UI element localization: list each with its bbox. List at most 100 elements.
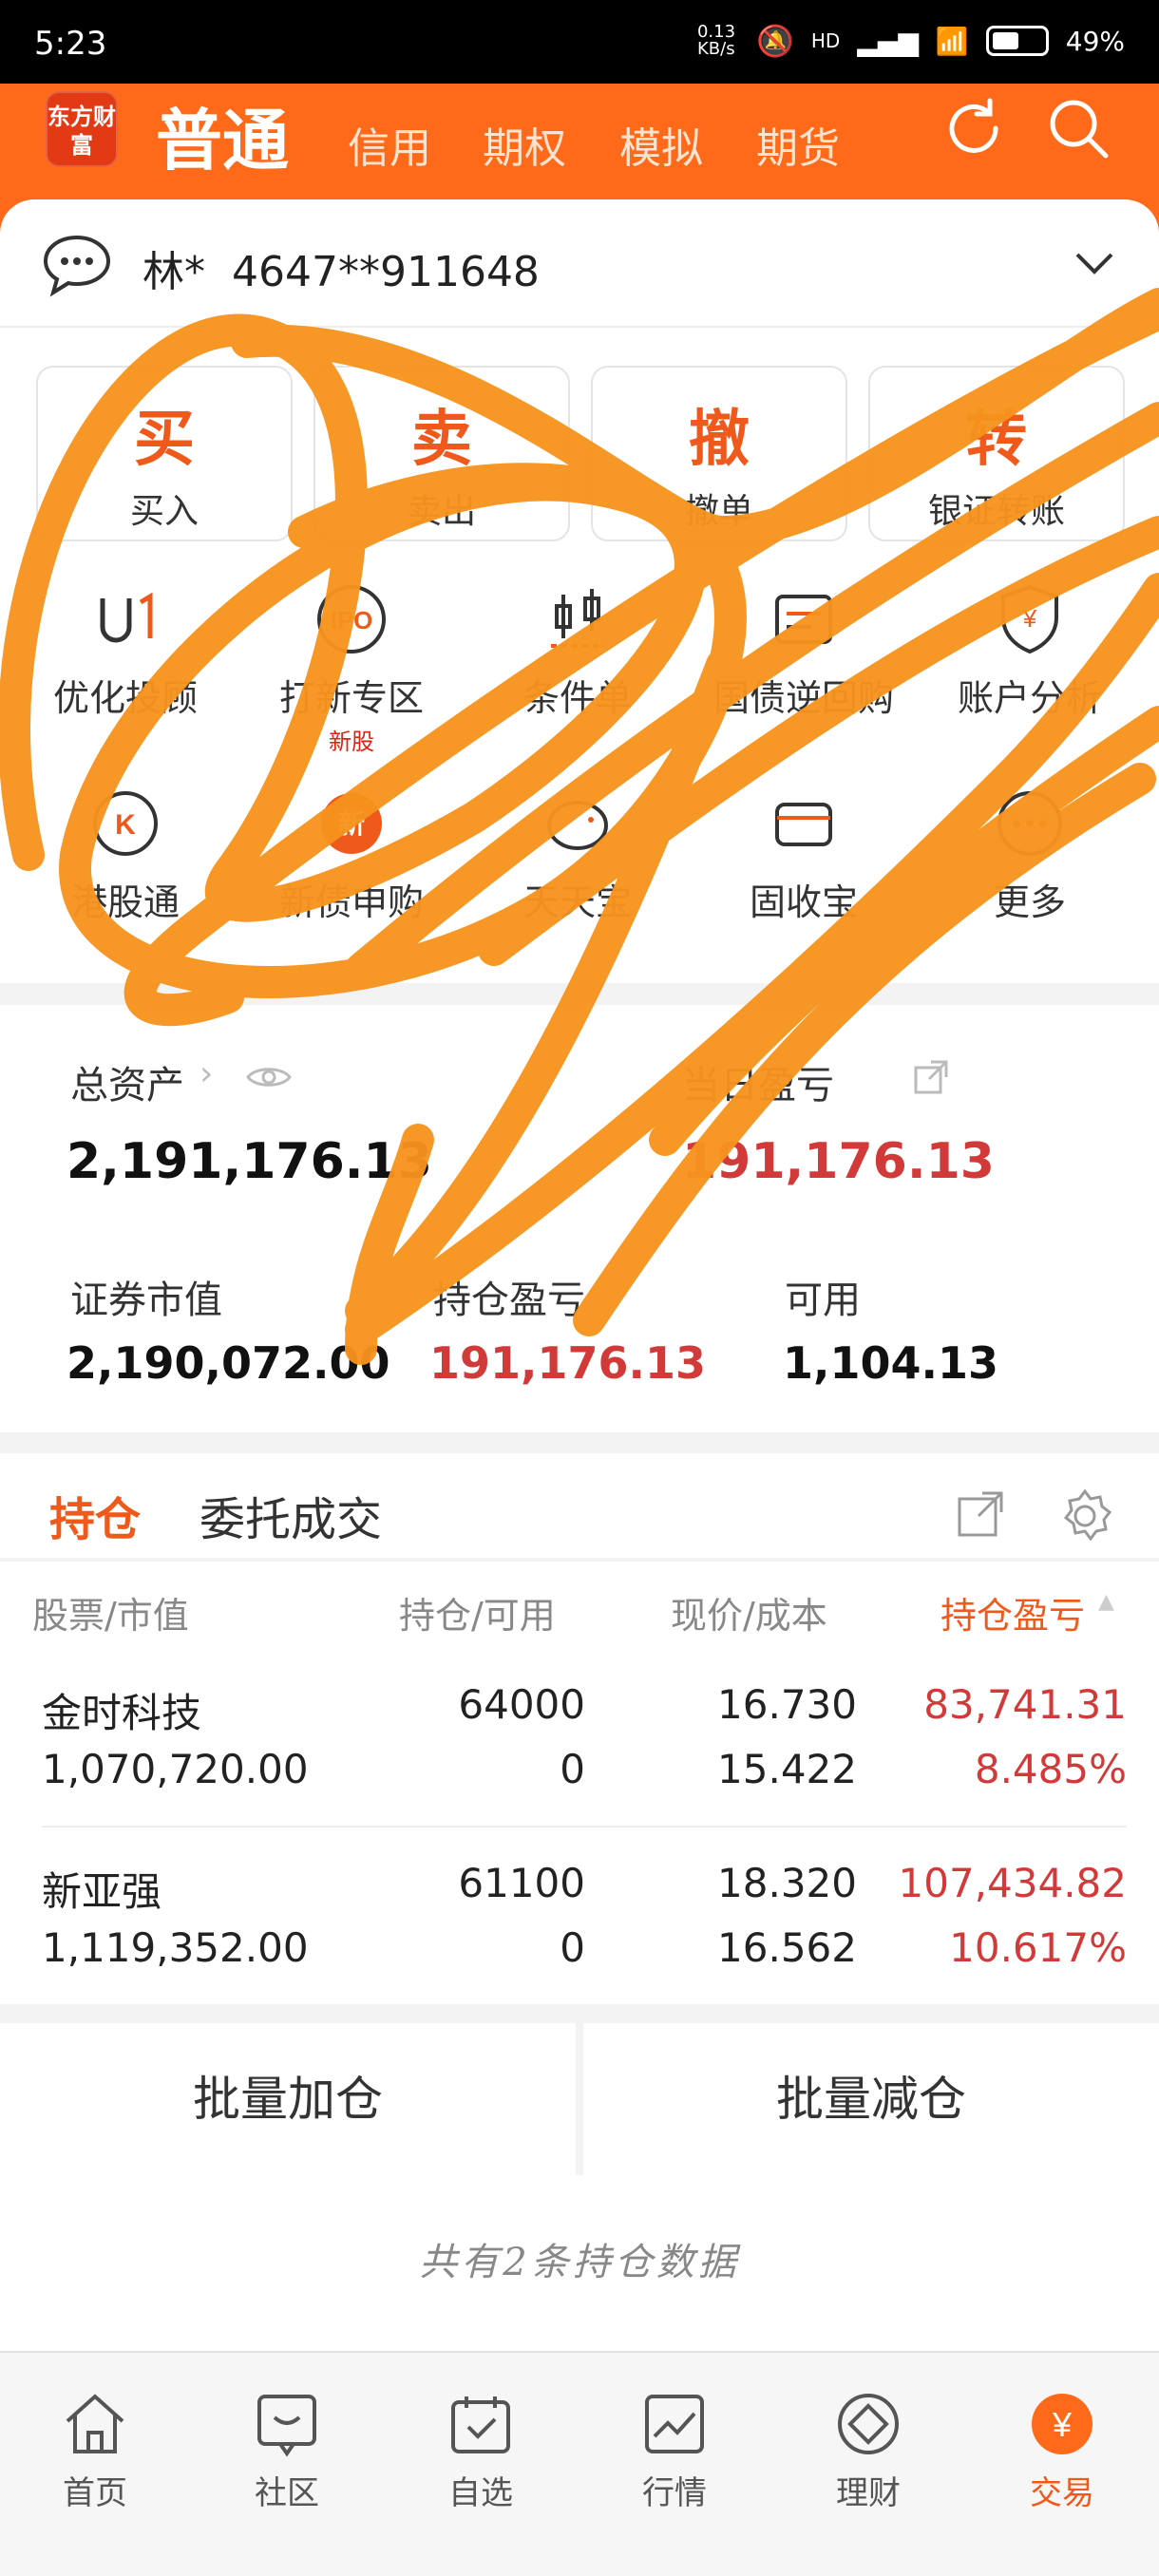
settings-gear-icon[interactable] [1056,1487,1113,1544]
batch-add-button[interactable]: 批量加仓 [0,2023,576,2175]
total-assets-label: 总资产 [70,1064,184,1108]
buy-button[interactable]: 买买入 [36,366,293,541]
home-icon [66,2394,124,2453]
svg-text:IPO: IPO [331,606,373,635]
sell-key: 卖 [411,405,472,475]
nav-label: 交易 [1030,2474,1094,2512]
svg-text:K: K [115,809,136,841]
community-icon [257,2395,316,2457]
chevron-down-icon[interactable] [1074,249,1115,277]
tab-simulate[interactable]: 模拟 [619,114,703,175]
candlestick-icon [551,589,604,648]
position-pnl-value: 191,176.13 [429,1337,707,1389]
nav-market[interactable]: 行情 [598,2389,750,2513]
market-value: 2,190,072.00 [66,1337,390,1389]
piggy-icon [547,801,608,850]
transfer-key: 转 [966,405,1027,475]
ipo-icon: IPO [317,585,386,653]
tool-account-analysis[interactable]: ¥ 账户分析 [916,579,1144,721]
batch-reduce-button[interactable]: 批量减仓 [583,2023,1159,2175]
cancel-label: 撤单 [684,492,753,531]
bank-transfer-button[interactable]: 转银证转账 [868,366,1125,541]
trade-yuan-icon: ¥ [1032,2394,1092,2454]
account-selector[interactable]: 林* 4647**911648 [0,199,1159,328]
wifi-icon: 📶 [935,25,969,57]
stock-market-value: 1,119,352.00 [42,1924,309,1971]
tool-hk-connect[interactable]: K 港股通 [11,784,239,925]
svg-text:¥: ¥ [1022,604,1037,633]
status-time: 5:23 [34,25,107,63]
share-icon[interactable] [912,1058,950,1096]
stock-cost: 15.422 [717,1746,857,1792]
more-icon [998,791,1062,856]
account-name: 林* [142,248,205,296]
holdings-count-note: 共有2条持仓数据 [0,2175,1159,2351]
buy-label: 买入 [129,492,199,531]
nav-community[interactable]: 社区 [211,2389,363,2513]
nav-trade[interactable]: ¥ 交易 [986,2389,1138,2513]
search-icon[interactable] [1045,95,1112,161]
tab-positions[interactable]: 持仓 [49,1482,141,1548]
col-price-cost: 现价/成本 [671,1595,827,1637]
tab-credit[interactable]: 信用 [348,114,431,175]
stock-pnl-pct: 10.617% [949,1924,1127,1971]
sell-label: 卖出 [407,492,476,531]
nav-label: 社区 [255,2474,319,2512]
tool-more[interactable]: 更多 [916,784,1144,925]
tool-new-bond[interactable]: 新 新债申购 [238,784,466,925]
status-icons: 0.13 KB/s 🔕 HD ▂▄▆ 📶 49% [697,23,1125,59]
hk-icon: K [93,791,158,856]
fixed-income-icon [775,803,832,846]
eye-icon[interactable] [245,1062,293,1092]
tool-fixed-income[interactable]: 固收宝 [690,784,918,925]
sort-icon[interactable]: ▲ [1098,1590,1114,1614]
nav-watchlist[interactable]: 自选 [405,2389,557,2513]
signal-bars-icon: ▂▄▆ [857,25,919,57]
available-value: 1,104.13 [783,1337,998,1389]
new-bond-icon: 新 [321,793,382,854]
tool-label: 打新专区 [278,677,424,719]
daily-pnl-label: 当日盈亏 [682,1064,834,1108]
tool-reverse-repo[interactable]: 国债逆回购 [690,579,918,721]
stock-name: 金时科技 [42,1690,202,1736]
chevron-right-icon[interactable]: › [200,1054,213,1093]
tab-futures[interactable]: 期货 [756,114,840,175]
nav-wealth[interactable]: 理财 [792,2389,944,2513]
tool-label: 新债申购 [278,881,424,923]
stock-available: 0 [560,1924,585,1971]
trade-tools-panel: 买买入 卖卖出 撤撤单 转银证转账 优化投顾 IPO 打新专区 新股 条件单 国… [0,328,1159,983]
col-position-available: 持仓/可用 [399,1595,556,1637]
market-value-label: 证券市值 [70,1279,222,1322]
export-icon[interactable] [954,1487,1007,1541]
tool-advisor[interactable]: 优化投顾 [11,579,239,721]
tool-tiantianbao[interactable]: 天天宝 [464,784,692,925]
asset-summary: 总资产 › 2,191,176.13 当日盈亏 191,176.13 证券市值 … [0,1005,1159,1432]
tool-ipo[interactable]: IPO 打新专区 新股 [238,579,466,756]
svg-text:¥: ¥ [1052,2405,1073,2444]
app-logo: 东方财富 [46,91,118,167]
tool-label: 国债逆回购 [712,677,894,719]
cancel-order-button[interactable]: 撤撤单 [591,366,847,541]
tool-label: 条件单 [522,677,632,719]
bottom-nav: 首页 社区 自选 行情 理财 ¥ 交易 [0,2351,1159,2576]
col-position-pnl[interactable]: 持仓盈亏 [940,1586,1085,1638]
nav-home[interactable]: 首页 [19,2389,171,2513]
stock-position: 64000 [458,1681,585,1728]
stock-position: 61100 [458,1860,585,1906]
nav-label: 行情 [642,2474,707,2512]
battery-icon [985,26,1049,56]
tool-label: 港股通 [70,881,180,923]
refresh-icon[interactable] [940,95,1007,161]
available-label: 可用 [785,1279,861,1322]
tool-conditional-order[interactable]: 条件单 [464,579,692,721]
tab-options[interactable]: 期权 [483,114,566,175]
daily-pnl-value: 191,176.13 [682,1133,995,1190]
col-stock-value: 股票/市值 [32,1595,189,1637]
tool-sublabel: 新股 [329,729,374,755]
wealth-icon [838,2394,899,2454]
stock-pnl: 107,434.82 [898,1860,1127,1906]
sell-button[interactable]: 卖卖出 [314,366,570,541]
tab-normal[interactable]: 普通 [156,87,289,183]
tab-orders[interactable]: 委托成交 [200,1482,382,1548]
stock-pnl-pct: 8.485% [974,1746,1127,1792]
